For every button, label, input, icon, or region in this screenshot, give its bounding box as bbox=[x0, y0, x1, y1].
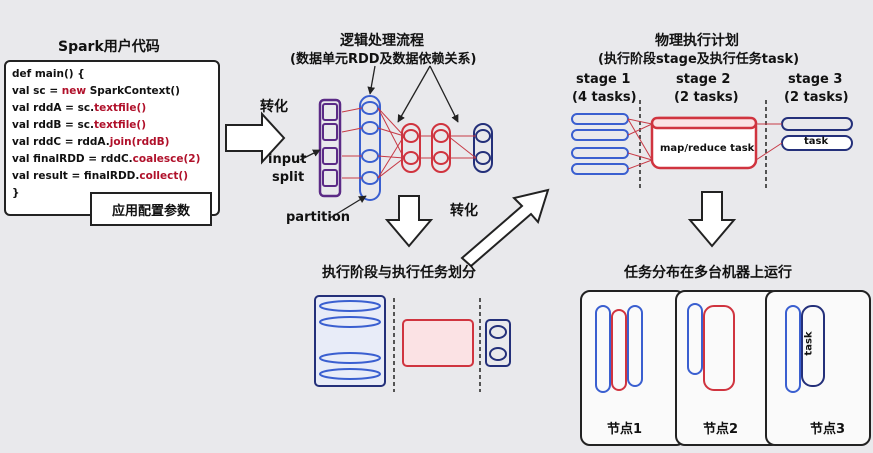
input-split-label-1: input bbox=[268, 152, 307, 167]
down-arrow-logical bbox=[384, 195, 434, 248]
transform-label-2: 转化 bbox=[450, 203, 478, 219]
task-label-rotated: task bbox=[803, 331, 815, 356]
transform-label: 转化 bbox=[260, 99, 288, 115]
stage1-tasks bbox=[571, 113, 629, 175]
diagram-canvas bbox=[225, 65, 853, 393]
logical-title: 逻辑处理流程 bbox=[340, 33, 424, 49]
physical-subtitle: (执行阶段stage及执行任务task) bbox=[598, 52, 800, 67]
input-split-label-2: split bbox=[272, 170, 305, 185]
logical-subtitle: (数据单元RDD及数据依赖关系) bbox=[290, 52, 477, 67]
stage-2-name: stage 2 bbox=[676, 72, 731, 87]
map-reduce-label: map/reduce task bbox=[660, 143, 755, 154]
input-partitions bbox=[318, 95, 381, 201]
stage-1-tasks: (4 tasks) bbox=[572, 90, 637, 105]
physical-title: 物理执行计划 bbox=[655, 33, 739, 49]
down-arrow-physical bbox=[687, 191, 737, 248]
partition-label: partition bbox=[286, 210, 351, 225]
distribution-title: 任务分布在多台机器上运行 bbox=[624, 265, 792, 281]
stage-3-tasks: (2 tasks) bbox=[784, 90, 849, 105]
stage-1-name: stage 1 bbox=[576, 72, 631, 87]
stage-2-tasks: (2 tasks) bbox=[674, 90, 739, 105]
node-3-label: 节点3 bbox=[810, 422, 846, 437]
node1-tasks bbox=[595, 305, 643, 393]
join-rdd bbox=[401, 123, 451, 173]
node-1-label: 节点1 bbox=[607, 422, 643, 437]
stage-3-name: stage 3 bbox=[788, 72, 843, 87]
node2-tasks bbox=[687, 303, 735, 391]
final-rdd bbox=[473, 123, 493, 173]
stage-split-diagram bbox=[314, 295, 511, 392]
stage-split-title: 执行阶段与执行任务划分 bbox=[322, 265, 476, 281]
node-2-label: 节点2 bbox=[703, 422, 739, 437]
task-label: task bbox=[804, 136, 829, 147]
